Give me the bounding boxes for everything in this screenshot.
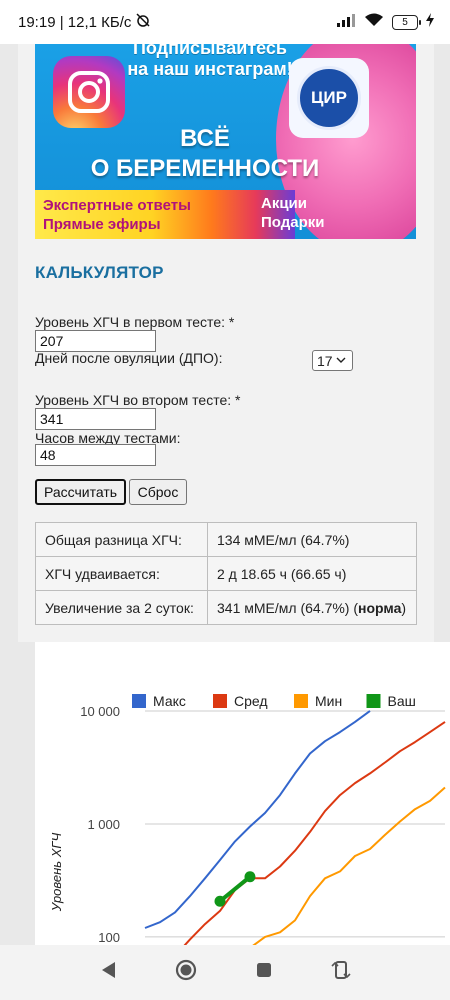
- cir-logo-text: ЦИР: [297, 66, 361, 130]
- banner-headline-line2: О БЕРЕМЕННОСТИ: [90, 155, 320, 182]
- table-row: Общая разница ХГЧ: 134 мМЕ/мл (64.7%): [35, 522, 417, 557]
- y-tick-label: 10 000: [80, 704, 120, 719]
- legend-label: Ваш: [388, 693, 416, 709]
- result-label: Увеличение за 2 суток:: [35, 590, 208, 625]
- wifi-icon: [364, 12, 384, 32]
- charging-icon: [426, 13, 434, 31]
- table-row: Увеличение за 2 суток: 341 мМЕ/мл (64.7%…: [35, 590, 417, 625]
- banner-strip-right: Акции Подарки: [261, 194, 325, 232]
- navigation-bar: [0, 945, 450, 1000]
- result-value: 341 мМЕ/мл (64.7%) (норма): [207, 590, 417, 625]
- banner-expert-text: Экспертные ответы: [43, 197, 191, 214]
- dpo-label: Дней после овуляции (ДПО):: [35, 350, 223, 366]
- result-value: 2 д 18.65 ч (66.65 ч): [207, 556, 417, 591]
- hcg-chart-svg: 100 1 000 10 000 Уровень ХГЧ Макс Сред Мин Ваш: [49, 693, 446, 962]
- calculate-button[interactable]: Рассчитать: [35, 479, 126, 505]
- content-panel: Подписывайтесь на наш инстаграм! ЦИР ВСЁ…: [18, 44, 434, 642]
- second-test-label: Уровень ХГЧ во втором тесте: *: [35, 392, 241, 408]
- y-axis-label: Уровень ХГЧ: [49, 833, 64, 913]
- first-test-input[interactable]: [35, 330, 156, 352]
- banner-headline-line1: ВСЁ: [180, 125, 230, 152]
- result-value-text: 341 мМЕ/мл (64.7%) (: [217, 599, 359, 616]
- instagram-banner[interactable]: Подписывайтесь на наш инстаграм! ЦИР ВСЁ…: [35, 44, 416, 239]
- calculator-title: КАЛЬКУЛЯТОР: [35, 263, 164, 282]
- series-line-Макс: [144, 710, 371, 929]
- battery-icon: 5: [392, 14, 421, 30]
- back-icon[interactable]: [99, 960, 117, 985]
- series-line-Ваш: [218, 875, 252, 903]
- y-tick-label: 100: [98, 930, 120, 945]
- results-table: Общая разница ХГЧ: 134 мМЕ/мл (64.7%) ХГ…: [35, 522, 417, 625]
- reset-button[interactable]: Сброс: [129, 479, 187, 505]
- norm-status-badge: норма: [358, 599, 402, 616]
- legend-swatch: [132, 694, 146, 708]
- banner-live-text: Прямые эфиры: [43, 216, 161, 233]
- status-bar: 19:19 | 12,1 КБ/с 5: [0, 0, 450, 44]
- series-line-Мин: [216, 786, 446, 962]
- instagram-logo-icon: [53, 56, 125, 128]
- banner-gifts-text: Подарки: [261, 214, 325, 231]
- second-test-input[interactable]: [35, 408, 156, 430]
- table-row: ХГЧ удваивается: 2 д 18.65 ч (66.65 ч): [35, 556, 417, 591]
- result-label: ХГЧ удваивается:: [35, 556, 208, 591]
- legend-swatch: [294, 694, 308, 708]
- series-line-Сред: [164, 721, 446, 962]
- legend-swatch: [213, 694, 227, 708]
- banner-headline: ВСЁ О БЕРЕМЕННОСТИ: [55, 124, 355, 184]
- banner-subscribe-text: Подписывайтесь на наш инстаграм!: [127, 44, 293, 79]
- status-time-speed: 19:19 | 12,1 КБ/с: [18, 13, 132, 31]
- result-value-close: ): [401, 599, 407, 616]
- y-tick-label: 1 000: [87, 817, 120, 832]
- alarm-off-icon: [135, 12, 151, 32]
- hours-input[interactable]: [35, 444, 156, 466]
- banner-strip-left: Экспертные ответы Прямые эфиры: [43, 196, 191, 234]
- result-value: 134 мМЕ/мл (64.7%): [207, 522, 417, 557]
- banner-sales-text: Акции: [261, 195, 308, 212]
- legend-swatch: [366, 694, 381, 708]
- chevron-down-icon: [336, 355, 346, 367]
- result-label: Общая разница ХГЧ:: [35, 522, 208, 557]
- legend-label: Сред: [234, 693, 268, 709]
- dpo-select[interactable]: 17: [312, 350, 353, 371]
- rotate-screen-icon[interactable]: [331, 959, 351, 986]
- recents-icon[interactable]: [255, 961, 273, 984]
- dpo-select-value: 17: [317, 352, 333, 369]
- first-test-label: Уровень ХГЧ в первом тесте: *: [35, 314, 235, 330]
- data-point: [244, 871, 256, 883]
- legend-label: Мин: [315, 693, 342, 709]
- signal-icon: [336, 13, 356, 31]
- home-icon[interactable]: [175, 959, 197, 986]
- data-point: [214, 895, 226, 907]
- hcg-chart: 100 1 000 10 000 Уровень ХГЧ Макс Сред Мин Ваш: [35, 642, 450, 962]
- legend-label: Макс: [153, 693, 186, 709]
